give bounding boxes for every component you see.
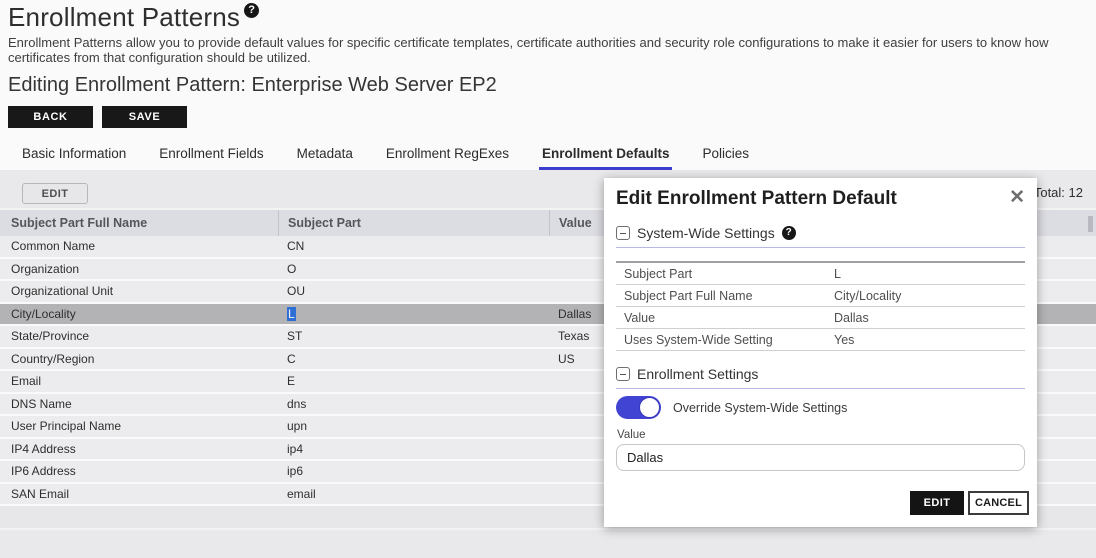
column-header-subject-part-full-name[interactable]: Subject Part Full Name xyxy=(0,210,278,236)
cell-part: CN xyxy=(278,236,549,257)
info-row: Uses System-Wide Setting Yes xyxy=(616,329,1025,351)
cell-full-name: State/Province xyxy=(0,326,278,347)
collapse-icon[interactable] xyxy=(616,226,630,240)
system-wide-info-table: Subject Part L Subject Part Full Name Ci… xyxy=(616,261,1025,351)
back-button[interactable]: BACK xyxy=(8,106,93,128)
cell-full-name: City/Locality xyxy=(0,304,278,325)
cell-part: ST xyxy=(278,326,549,347)
page-header: Enrollment Patterns ? Enrollment Pattern… xyxy=(0,0,1096,172)
tab-metadata[interactable]: Metadata xyxy=(294,143,356,171)
cell-part: dns xyxy=(278,394,549,415)
dialog-edit-button[interactable]: EDIT xyxy=(910,491,964,515)
scrollbar-notch xyxy=(1088,216,1093,232)
table-edit-button[interactable]: EDIT xyxy=(22,183,88,204)
cell-full-name: User Principal Name xyxy=(0,416,278,437)
info-value: City/Locality xyxy=(834,289,1025,303)
section-divider xyxy=(616,247,1025,248)
info-value: Dallas xyxy=(834,311,1025,325)
section-divider xyxy=(616,388,1025,389)
help-icon[interactable]: ? xyxy=(244,3,259,18)
info-label: Value xyxy=(616,311,834,325)
dialog-title: Edit Enrollment Pattern Default xyxy=(616,188,897,210)
cell-part: ip6 xyxy=(278,461,549,482)
tab-policies[interactable]: Policies xyxy=(699,143,752,171)
cell-part: upn xyxy=(278,416,549,437)
total-count: Total: 12 xyxy=(1034,185,1083,200)
system-wide-settings-section-header: System-Wide Settings ? xyxy=(616,225,1025,241)
edit-enrollment-pattern-default-dialog: Edit Enrollment Pattern Default ✕ System… xyxy=(604,178,1037,527)
info-label: Uses System-Wide Setting xyxy=(616,333,834,347)
cell-part: L xyxy=(278,304,549,325)
value-input[interactable] xyxy=(616,444,1025,471)
action-buttons: BACK SAVE xyxy=(8,106,1088,128)
save-button[interactable]: SAVE xyxy=(102,106,187,128)
cell-full-name: SAN Email xyxy=(0,484,278,505)
cell-part: E xyxy=(278,371,549,392)
section-label: System-Wide Settings xyxy=(637,225,775,241)
info-value: L xyxy=(834,267,1025,281)
dialog-cancel-button[interactable]: CANCEL xyxy=(968,491,1029,515)
cell-full-name: DNS Name xyxy=(0,394,278,415)
cell-full-name: Common Name xyxy=(0,236,278,257)
info-row: Value Dallas xyxy=(616,307,1025,329)
editing-pattern-heading: Editing Enrollment Pattern: Enterprise W… xyxy=(8,74,1088,96)
cell-part: C xyxy=(278,349,549,370)
info-label: Subject Part xyxy=(616,267,834,281)
info-label: Subject Part Full Name xyxy=(616,289,834,303)
text-selection-highlight: L xyxy=(287,307,296,321)
cell-part: O xyxy=(278,259,549,280)
cell-full-name: Organization xyxy=(0,259,278,280)
section-label: Enrollment Settings xyxy=(637,366,758,382)
cell-full-name: Organizational Unit xyxy=(0,281,278,302)
cell-part: OU xyxy=(278,281,549,302)
cell-full-name: Email xyxy=(0,371,278,392)
cell-full-name: IP4 Address xyxy=(0,439,278,460)
tab-enrollment-defaults[interactable]: Enrollment Defaults xyxy=(539,143,673,171)
page-description: Enrollment Patterns allow you to provide… xyxy=(8,35,1088,65)
cell-full-name: IP6 Address xyxy=(0,461,278,482)
collapse-icon[interactable] xyxy=(616,367,630,381)
close-icon[interactable]: ✕ xyxy=(1007,188,1027,207)
tab-basic-information[interactable]: Basic Information xyxy=(19,143,129,171)
info-row: Subject Part Full Name City/Locality xyxy=(616,285,1025,307)
tab-enrollment-fields[interactable]: Enrollment Fields xyxy=(156,143,266,171)
enrollment-settings-section-header: Enrollment Settings xyxy=(616,366,1025,382)
tab-enrollment-regexes[interactable]: Enrollment RegExes xyxy=(383,143,512,171)
page-title: Enrollment Patterns xyxy=(8,2,240,32)
help-icon[interactable]: ? xyxy=(782,226,796,240)
toggle-label: Override System-Wide Settings xyxy=(673,401,847,415)
toggle-knob xyxy=(639,397,660,418)
cell-part: email xyxy=(278,484,549,505)
info-value: Yes xyxy=(834,333,1025,347)
tab-bar: Basic Information Enrollment Fields Meta… xyxy=(8,143,1088,172)
cell-part: ip4 xyxy=(278,439,549,460)
info-row: Subject Part L xyxy=(616,263,1025,285)
cell-full-name: Country/Region xyxy=(0,349,278,370)
override-system-wide-toggle[interactable] xyxy=(616,396,661,419)
column-header-subject-part[interactable]: Subject Part xyxy=(278,210,549,236)
value-field-label: Value xyxy=(617,429,1025,441)
